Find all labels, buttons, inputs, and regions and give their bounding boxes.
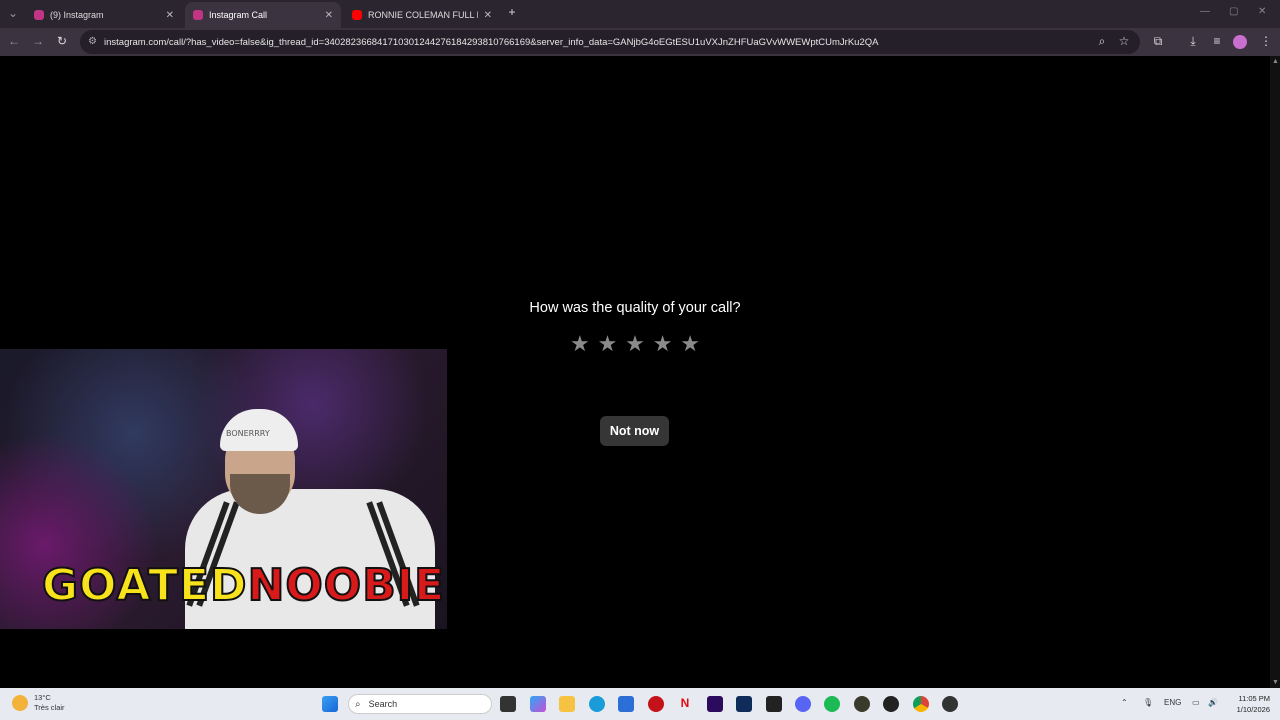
media-player-icon[interactable] xyxy=(942,696,958,712)
search-label: Search xyxy=(368,699,398,709)
extensions-icon[interactable]: ⧉ xyxy=(1150,34,1166,49)
close-tab-icon[interactable]: ✕ xyxy=(325,10,333,21)
instagram-icon xyxy=(193,10,203,20)
cap-text: BONERRRY xyxy=(226,429,270,438)
maximize-icon[interactable]: ▢ xyxy=(1229,6,1238,17)
not-now-button[interactable]: Not now xyxy=(600,416,669,446)
language-indicator[interactable]: ENG xyxy=(1164,698,1181,707)
star-5-icon[interactable]: ★ xyxy=(680,332,700,356)
tray-overflow-icon[interactable]: ⌃ xyxy=(1121,698,1128,707)
rating-question: How was the quality of your call? xyxy=(529,300,741,316)
rating-stars: ★ ★ ★ ★ ★ xyxy=(570,332,700,356)
star-1-icon[interactable]: ★ xyxy=(570,332,590,356)
profile-avatar[interactable] xyxy=(1233,35,1247,49)
clock[interactable]: 11:05 PM 1/10/2026 xyxy=(1226,693,1270,715)
microphone-icon[interactable]: 🎙 xyxy=(1143,698,1153,707)
star-3-icon[interactable]: ★ xyxy=(625,332,645,356)
clock-date: 1/10/2026 xyxy=(1236,705,1270,714)
new-tab-button[interactable]: + xyxy=(504,5,520,19)
clock-time: 11:05 PM xyxy=(1238,694,1270,703)
file-explorer-icon[interactable] xyxy=(559,696,575,712)
photoshop-icon[interactable] xyxy=(736,696,752,712)
reload-icon[interactable]: ↻ xyxy=(54,34,70,48)
app-icon[interactable] xyxy=(854,696,870,712)
media-control-icon[interactable]: ≡ xyxy=(1209,34,1225,48)
taskbar-search[interactable]: ⌕ Search xyxy=(348,694,492,714)
zoom-icon[interactable]: ⌕ xyxy=(1094,34,1110,49)
scroll-down-icon[interactable]: ▼ xyxy=(1272,679,1279,686)
tab-title: (9) Instagram xyxy=(50,10,104,20)
opera-icon[interactable] xyxy=(648,696,664,712)
discord-icon[interactable] xyxy=(795,696,811,712)
weather-desc: Très clair xyxy=(34,703,65,712)
weather-temp: 13°C xyxy=(34,693,51,702)
obs-icon[interactable] xyxy=(883,696,899,712)
scrollbar[interactable]: ▲ ▼ xyxy=(1270,56,1280,688)
streamer-logo: GOATEDNOOBIE xyxy=(41,559,446,612)
site-info-icon[interactable]: ⚙ xyxy=(88,36,97,47)
star-2-icon[interactable]: ★ xyxy=(598,332,618,356)
netflix-icon[interactable]: N xyxy=(677,696,693,712)
store-icon[interactable] xyxy=(618,696,634,712)
address-bar[interactable]: ⚙ instagram.com/call/?has_video=false&ig… xyxy=(80,30,1140,54)
task-view-icon[interactable] xyxy=(500,696,516,712)
star-4-icon[interactable]: ★ xyxy=(653,332,673,356)
taskbar: 13°C Très clair ⌕ Search N ⌃ 🎙 ENG ▭ 🔊 1… xyxy=(0,688,1280,720)
browser-toolbar: ← → ↻ ⚙ instagram.com/call/?has_video=fa… xyxy=(0,28,1280,56)
premiere-icon[interactable] xyxy=(707,696,723,712)
network-icon[interactable]: ▭ xyxy=(1192,698,1200,707)
tab-strip: ⌄ (9) Instagram ✕ Instagram Call ✕ RONNI… xyxy=(0,0,1280,28)
tab-title: RONNIE COLEMAN FULL DAY O xyxy=(368,10,478,20)
menu-icon[interactable]: ⋮ xyxy=(1258,34,1274,48)
url-text: instagram.com/call/?has_video=false&ig_t… xyxy=(104,36,879,48)
minimize-icon[interactable]: — xyxy=(1200,6,1210,17)
cap: BONERRRY xyxy=(220,409,298,451)
weather-icon xyxy=(12,695,28,711)
tab-search-icon[interactable]: ⌄ xyxy=(5,6,21,20)
download-icon[interactable]: ⤓ xyxy=(1185,34,1201,49)
tab-instagram[interactable]: (9) Instagram ✕ xyxy=(26,2,182,28)
start-icon[interactable] xyxy=(322,696,338,712)
close-window-icon[interactable]: ✕ xyxy=(1258,6,1266,17)
forward-icon[interactable]: → xyxy=(30,34,46,48)
edge-icon[interactable] xyxy=(589,696,605,712)
weather-widget[interactable]: 13°C Très clair xyxy=(12,693,65,713)
bookmark-star-icon[interactable]: ☆ xyxy=(1116,34,1132,48)
notes-icon[interactable] xyxy=(766,696,782,712)
back-icon[interactable]: ← xyxy=(6,34,22,48)
youtube-icon xyxy=(352,10,362,20)
instagram-icon xyxy=(34,10,44,20)
chrome-icon[interactable] xyxy=(913,696,929,712)
tab-youtube[interactable]: RONNIE COLEMAN FULL DAY O ✕ xyxy=(344,2,500,28)
spotify-icon[interactable] xyxy=(824,696,840,712)
tab-instagram-call[interactable]: Instagram Call ✕ xyxy=(185,2,341,28)
close-tab-icon[interactable]: ✕ xyxy=(484,10,492,21)
close-tab-icon[interactable]: ✕ xyxy=(166,10,174,21)
search-icon: ⌕ xyxy=(355,698,361,710)
tab-title: Instagram Call xyxy=(209,10,268,20)
volume-icon[interactable]: 🔊 xyxy=(1208,698,1218,707)
copilot-icon[interactable] xyxy=(530,696,546,712)
scroll-up-icon[interactable]: ▲ xyxy=(1272,58,1279,65)
